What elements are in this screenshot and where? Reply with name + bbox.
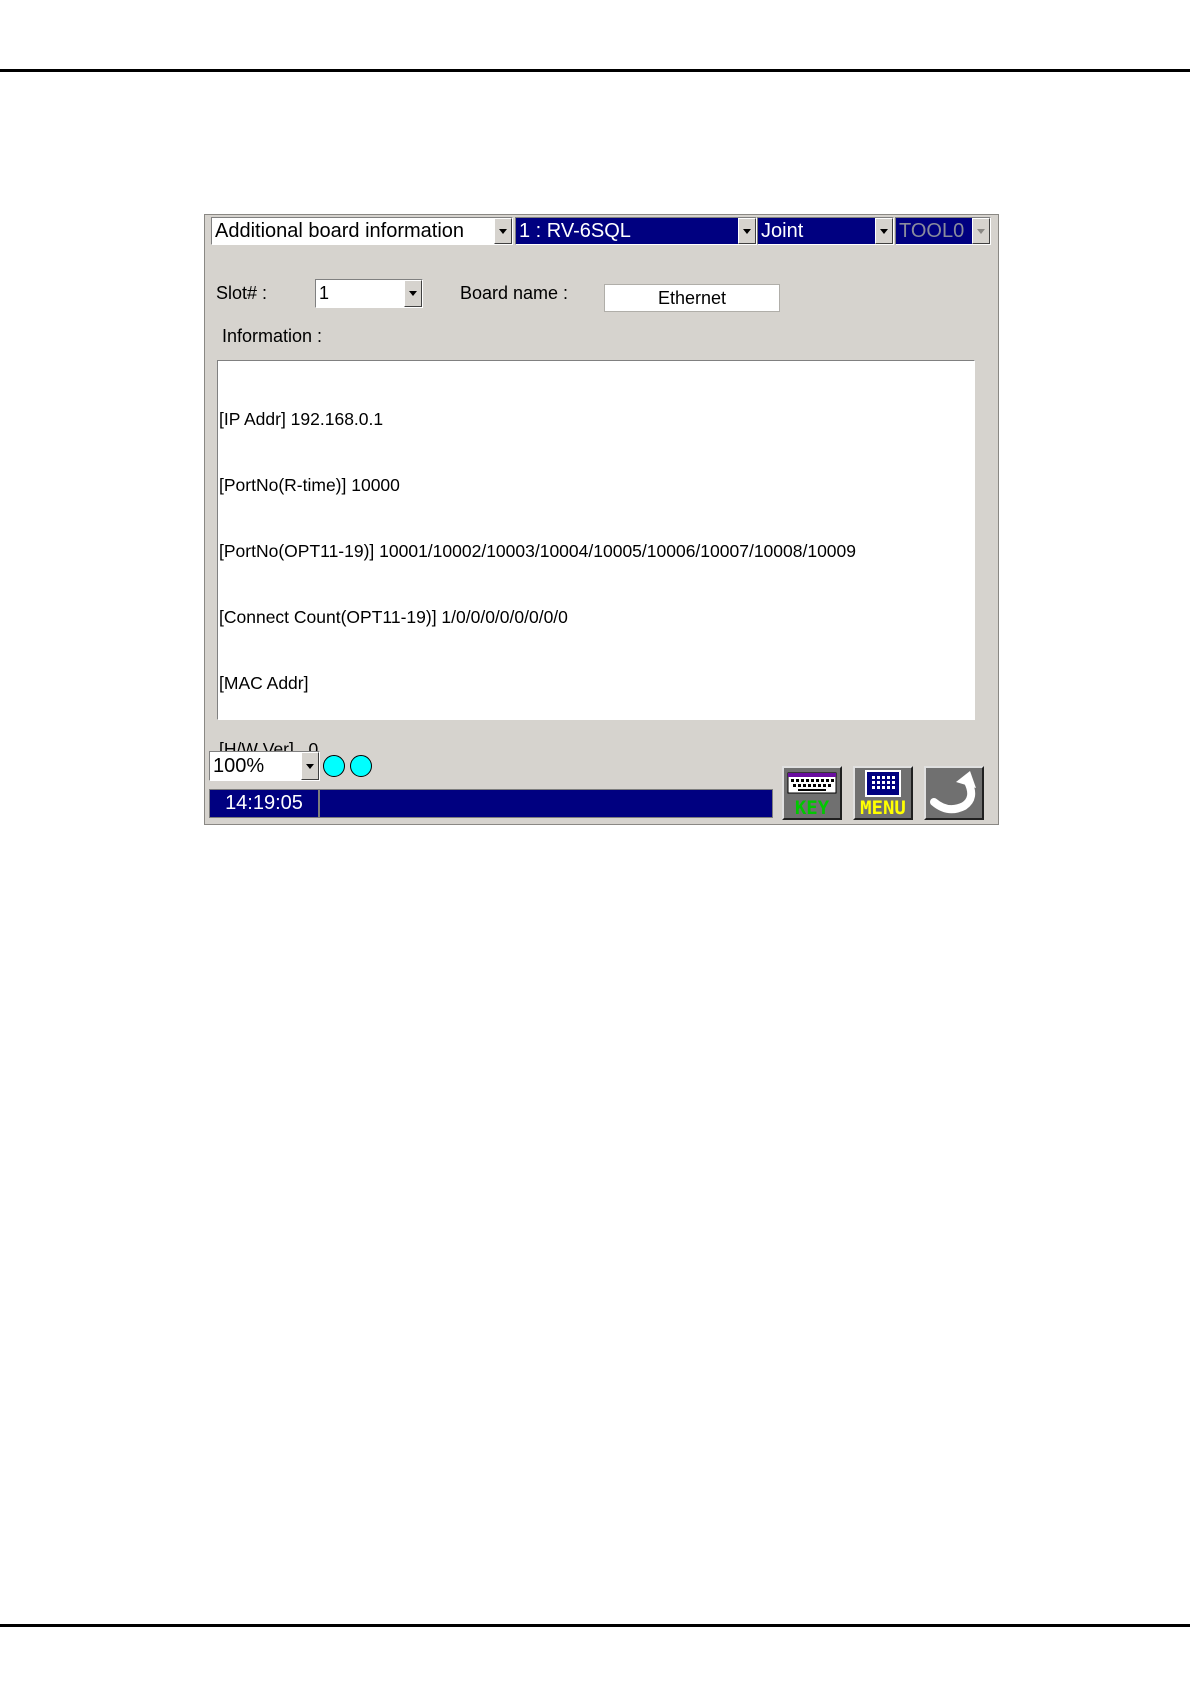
mode-select[interactable]: Additional board information — [211, 217, 513, 245]
chevron-down-icon — [972, 218, 990, 244]
menu-button[interactable]: MENU — [853, 766, 913, 820]
speed-override-value: 100% — [213, 754, 265, 777]
info-line: [PortNo(OPT11-19)] 10001/10002/10003/100… — [219, 541, 857, 561]
menu-button-label: MENU — [860, 797, 906, 819]
mode-select-value: Additional board information — [215, 219, 465, 242]
keyboard-button-label: KEY — [794, 797, 830, 819]
chevron-down-icon[interactable] — [738, 218, 756, 244]
information-label: Information : — [222, 326, 323, 346]
tool-select-value: TOOL0 — [899, 219, 965, 242]
robot-select[interactable]: 1 : RV-6SQL — [515, 217, 757, 245]
coordinate-select[interactable]: Joint — [757, 217, 894, 245]
status-indicator-light — [350, 755, 372, 777]
clock-display: 14:19:05 — [209, 789, 319, 818]
tool-select: TOOL0 — [895, 217, 991, 245]
slot-select[interactable]: 1 — [315, 279, 423, 308]
chevron-down-icon[interactable] — [494, 218, 512, 244]
status-indicator-light — [323, 755, 345, 777]
menu-icon — [865, 770, 901, 797]
coordinate-select-value: Joint — [761, 219, 804, 242]
page-top-rule — [0, 69, 1190, 72]
teach-pendant-screen: Additional board information 1 : RV-6SQL… — [204, 214, 999, 825]
chevron-down-icon[interactable] — [404, 280, 422, 307]
slot-select-value: 1 — [319, 283, 330, 303]
keyboard-button[interactable]: KEY — [782, 766, 842, 820]
return-arrow-icon — [930, 771, 976, 814]
info-line: [Connect Count(OPT11-19)] 1/0/0/0/0/0/0/… — [219, 607, 568, 627]
information-textbox[interactable]: [IP Addr] 192.168.0.1 [PortNo(R-time)] 1… — [217, 360, 975, 759]
keyboard-icon — [787, 772, 837, 794]
return-button[interactable] — [924, 766, 984, 820]
page-bottom-rule — [0, 1624, 1190, 1627]
slot-label: Slot# : — [216, 283, 268, 303]
speed-override-select[interactable]: 100% — [209, 751, 320, 781]
board-name-field: Ethernet — [604, 284, 780, 312]
info-line: [PortNo(R-time)] 10000 — [219, 475, 400, 495]
info-line: [MAC Addr] — [219, 673, 309, 693]
chevron-down-icon[interactable] — [301, 752, 319, 780]
board-name-label: Board name : — [460, 283, 569, 303]
chevron-down-icon[interactable] — [875, 218, 893, 244]
info-line: [IP Addr] 192.168.0.1 — [219, 409, 384, 429]
robot-select-value: 1 : RV-6SQL — [519, 219, 631, 242]
status-bar — [319, 789, 773, 818]
